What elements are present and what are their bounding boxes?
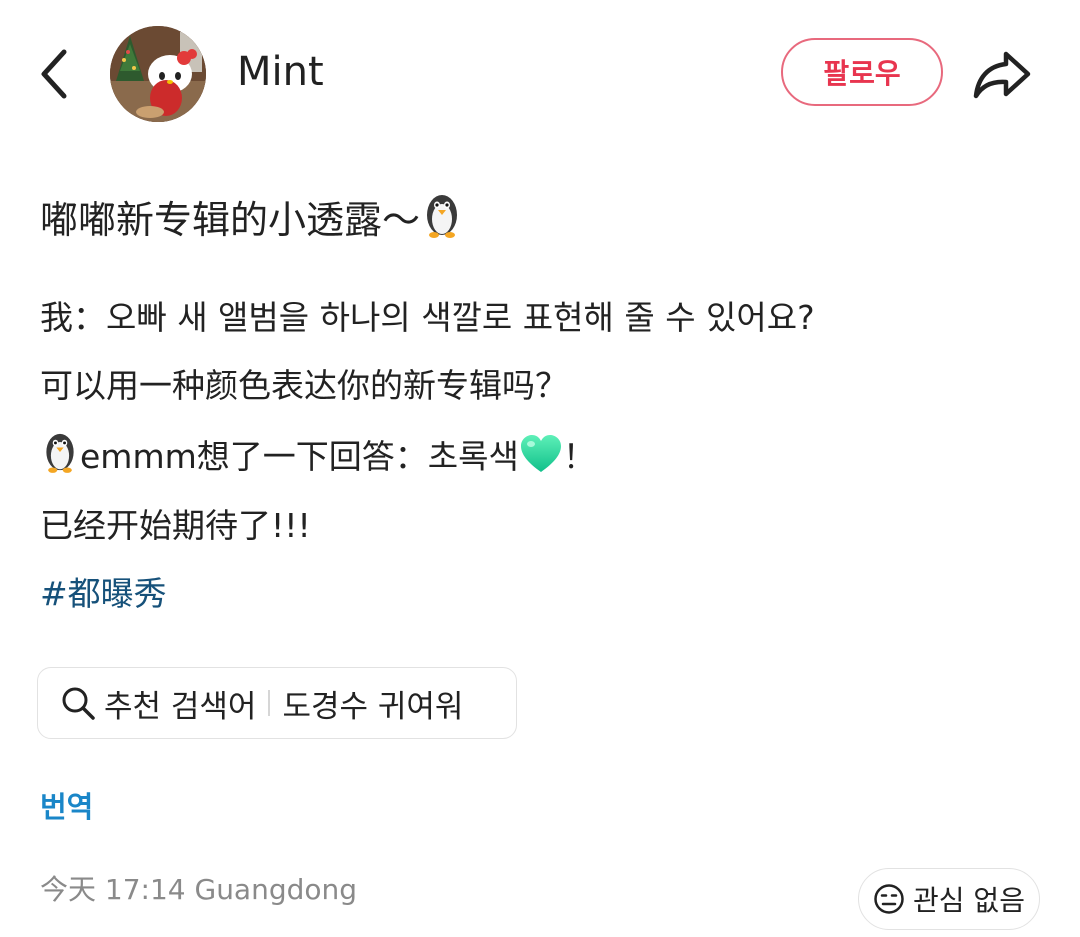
hashtag-link[interactable]: #都曝秀	[40, 568, 167, 620]
post-line-4: 已经开始期待了!!!	[40, 506, 311, 545]
chevron-left-icon	[41, 49, 67, 99]
share-button[interactable]	[970, 44, 1034, 104]
post-title-text: 嘟嘟新专辑的小透露～	[40, 198, 421, 242]
not-interested-label: 관심 없음	[913, 884, 1025, 917]
recommended-search-label: 추천 검색어	[104, 688, 257, 725]
post-line-3-suffix: ！	[562, 437, 596, 476]
green-heart-icon	[519, 434, 563, 489]
post-line-3-text: emmm想了一下回答：초록색	[80, 437, 519, 476]
penguin-emoji-icon	[40, 430, 80, 489]
username[interactable]: Mint	[237, 48, 324, 96]
back-button[interactable]	[30, 44, 80, 104]
post-meta: 今天 17:14 Guangdong	[40, 873, 358, 906]
search-icon	[62, 687, 95, 720]
share-arrow-icon	[973, 51, 1031, 99]
recommended-search-chip[interactable]: 추천 검색어 도경수 귀여워	[37, 667, 517, 739]
post-line-2: 可以用一种颜色表达你的新专辑吗？	[40, 366, 568, 405]
post-header: Mint 팔로우	[0, 0, 1080, 150]
not-interested-button[interactable]: 관심 없음	[858, 868, 1040, 930]
follow-button[interactable]: 팔로우	[781, 38, 943, 106]
avatar-image	[110, 26, 206, 122]
neutral-face-icon	[874, 884, 904, 914]
post-line-3: emmm想了一下回答：초록색 ！	[40, 430, 596, 489]
post-line-1: 我：오빠 새 앨범을 하나의 색깔로 표현해 줄 수 있어요?	[40, 298, 815, 337]
chip-divider	[268, 690, 271, 716]
avatar[interactable]	[110, 26, 206, 122]
translate-link[interactable]: 번역	[40, 784, 93, 826]
penguin-emoji-icon	[420, 191, 464, 256]
post-title: 嘟嘟新专辑的小透露～	[40, 190, 464, 256]
recommended-search-query: 도경수 귀여워	[282, 688, 464, 725]
